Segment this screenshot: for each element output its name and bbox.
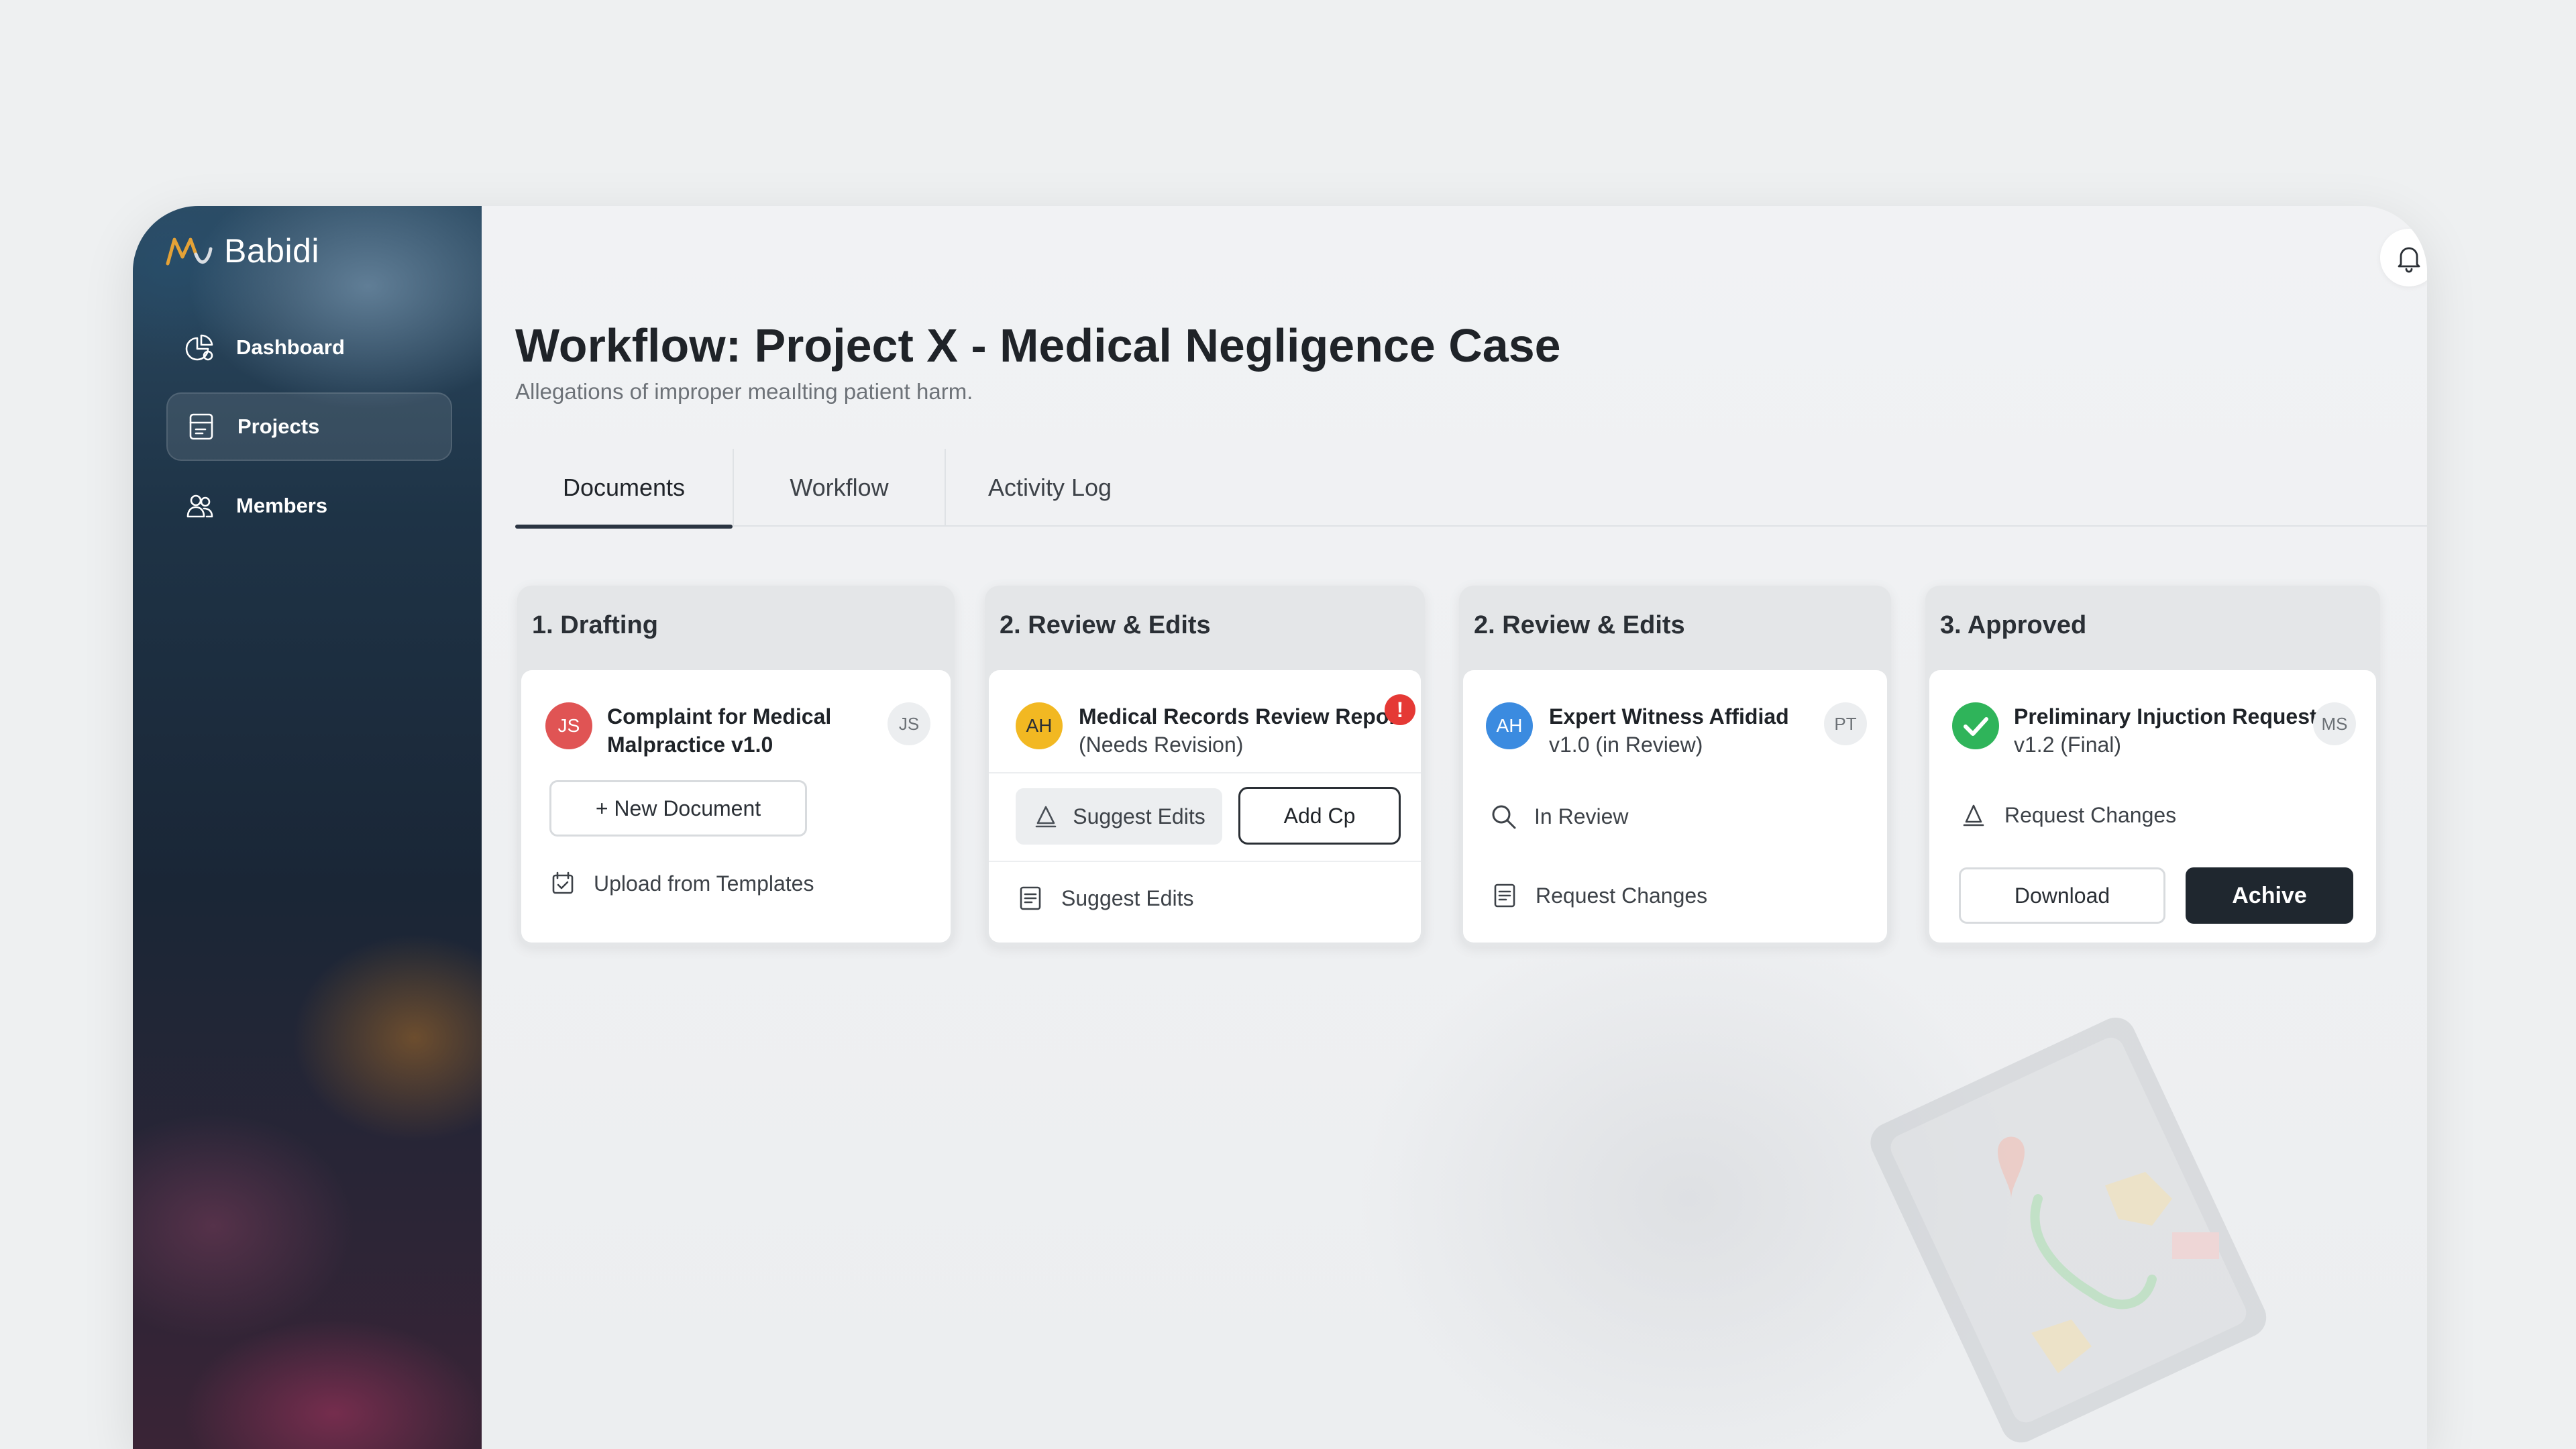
- sidebar: Babidi Dashboard Projects Members: [133, 206, 482, 1449]
- column-review-edits-1: 2. Review & Edits AH Medical Records Rev…: [985, 586, 1425, 947]
- assignee-badge: MS: [2313, 702, 2356, 745]
- document-title-line1: Complaint for Medical: [607, 704, 832, 729]
- upload-from-templates-button[interactable]: Upload from Templates: [548, 869, 814, 898]
- app-window: Babidi Dashboard Projects Members Workfl…: [133, 206, 2427, 1449]
- alert-badge: !: [1385, 694, 1415, 725]
- add-copy-button[interactable]: Add Cp: [1238, 787, 1401, 845]
- sidebar-item-label: Projects: [237, 415, 320, 438]
- row-label: Suggest Edits: [1061, 885, 1194, 910]
- column-body: AH Expert Witness Affidiad v1.0 (in Revi…: [1463, 670, 1887, 943]
- document-title-line1: Medical Records Review Repor: [1079, 704, 1397, 729]
- suggest-icon: [1963, 804, 1984, 826]
- main-content: Workflow: Project X - Medical Negligence…: [482, 206, 2427, 1449]
- document-card[interactable]: AH Expert Witness Affidiad v1.0 (in Revi…: [1486, 702, 1867, 759]
- document-title: Medical Records Review Repor (Needs Revi…: [1079, 702, 1397, 759]
- archive-button[interactable]: Achive: [2186, 867, 2353, 924]
- assignee-badge: PT: [1824, 702, 1867, 745]
- divider: [989, 861, 1421, 862]
- document-title: Expert Witness Affidiad v1.0 (in Review): [1549, 702, 1789, 759]
- search-icon: [1492, 805, 1516, 829]
- column-title: 2. Review & Edits: [1000, 611, 1211, 639]
- document-card[interactable]: JS Complaint for Medical Malpractice v1.…: [545, 702, 930, 759]
- download-button[interactable]: Download: [1959, 867, 2165, 924]
- sidebar-item-dashboard[interactable]: Dashboard: [166, 313, 452, 382]
- row-label: Request Changes: [2004, 802, 2177, 827]
- approved-check-icon: [1952, 702, 1999, 749]
- suggest-icon: [1035, 806, 1057, 828]
- suggest-edits-button[interactable]: Suggest Edits: [1016, 788, 1222, 845]
- author-badge: AH: [1016, 702, 1063, 749]
- request-changes-row[interactable]: Request Changes: [1959, 800, 2176, 830]
- divider: [989, 772, 1421, 773]
- document-title: Complaint for Medical Malpractice v1.0: [607, 702, 831, 759]
- tab-bar: Documents Workflow Activity Log: [515, 449, 2427, 529]
- members-icon: [186, 494, 213, 518]
- row-label: Request Changes: [1536, 883, 1708, 908]
- check-icon: [1964, 717, 1988, 736]
- page-title: Workflow: Project X - Medical Negligence…: [515, 319, 1561, 372]
- brand-name: Babidi: [224, 232, 319, 270]
- document-title: Preliminary Injuction Request v1.2 (Fina…: [2014, 702, 2317, 759]
- bell-icon: [2398, 247, 2420, 273]
- request-changes-row[interactable]: Request Changes: [1490, 881, 1707, 910]
- brand[interactable]: Babidi: [165, 231, 319, 270]
- tab-activity-log[interactable]: Activity Log: [946, 449, 1154, 527]
- notifications-button[interactable]: [2380, 229, 2427, 286]
- sidebar-item-members[interactable]: Members: [166, 472, 452, 540]
- document-title-line2: (Needs Revision): [1079, 733, 1244, 757]
- sidebar-item-projects[interactable]: Projects: [166, 392, 452, 461]
- background-illustration: [1870, 1017, 2267, 1443]
- document-title-line2: v1.0 (in Review): [1549, 733, 1703, 757]
- column-body: AH Medical Records Review Repor (Needs R…: [989, 670, 1421, 943]
- in-review-status[interactable]: In Review: [1489, 802, 1629, 831]
- sidebar-item-label: Members: [236, 494, 328, 517]
- button-label: Suggest Edits: [1073, 804, 1205, 828]
- column-approved: 3. Approved Preliminary Injuction Reques…: [1925, 586, 2380, 947]
- assignee-badge: JS: [888, 702, 930, 745]
- document-icon: [1020, 886, 1041, 910]
- column-review-edits-2: 2. Review & Edits AH Expert Witness Affi…: [1459, 586, 1891, 947]
- document-title-line1: Expert Witness Affidiad: [1549, 704, 1789, 729]
- document-title-line1: Preliminary Injuction Request: [2014, 704, 2317, 729]
- tab-workflow[interactable]: Workflow: [734, 449, 946, 527]
- column-body: JS Complaint for Medical Malpractice v1.…: [521, 670, 951, 943]
- upload-label: Upload from Templates: [594, 871, 814, 896]
- folder-icon: [189, 413, 213, 440]
- sidebar-nav: Dashboard Projects Members: [166, 313, 452, 551]
- column-title: 3. Approved: [1940, 611, 2087, 639]
- column-title: 1. Drafting: [532, 611, 658, 639]
- author-badge: AH: [1486, 702, 1533, 749]
- column-body: Preliminary Injuction Request v1.2 (Fina…: [1929, 670, 2376, 943]
- document-title-line2: Malpractice v1.0: [607, 733, 773, 757]
- sidebar-item-label: Dashboard: [236, 335, 345, 359]
- tab-documents[interactable]: Documents: [515, 449, 734, 529]
- column-drafting: 1. Drafting JS Complaint for Medical Mal…: [517, 586, 955, 947]
- suggest-edits-row[interactable]: Suggest Edits: [1016, 883, 1193, 913]
- template-icon: [552, 871, 574, 894]
- document-card[interactable]: AH Medical Records Review Repor (Needs R…: [1016, 702, 1401, 759]
- document-icon: [1494, 883, 1515, 908]
- document-title-line2: v1.2 (Final): [2014, 733, 2122, 757]
- document-card[interactable]: Preliminary Injuction Request v1.2 (Fina…: [1952, 702, 2356, 759]
- column-title: 2. Review & Edits: [1474, 611, 1685, 639]
- row-label: In Review: [1534, 804, 1629, 828]
- page-subtitle: Allegations of improper meaılting patien…: [515, 379, 973, 404]
- brand-logo-icon: [166, 237, 213, 266]
- new-document-button[interactable]: + New Document: [549, 780, 807, 837]
- dashboard-icon: [185, 334, 213, 361]
- author-badge: JS: [545, 702, 592, 749]
